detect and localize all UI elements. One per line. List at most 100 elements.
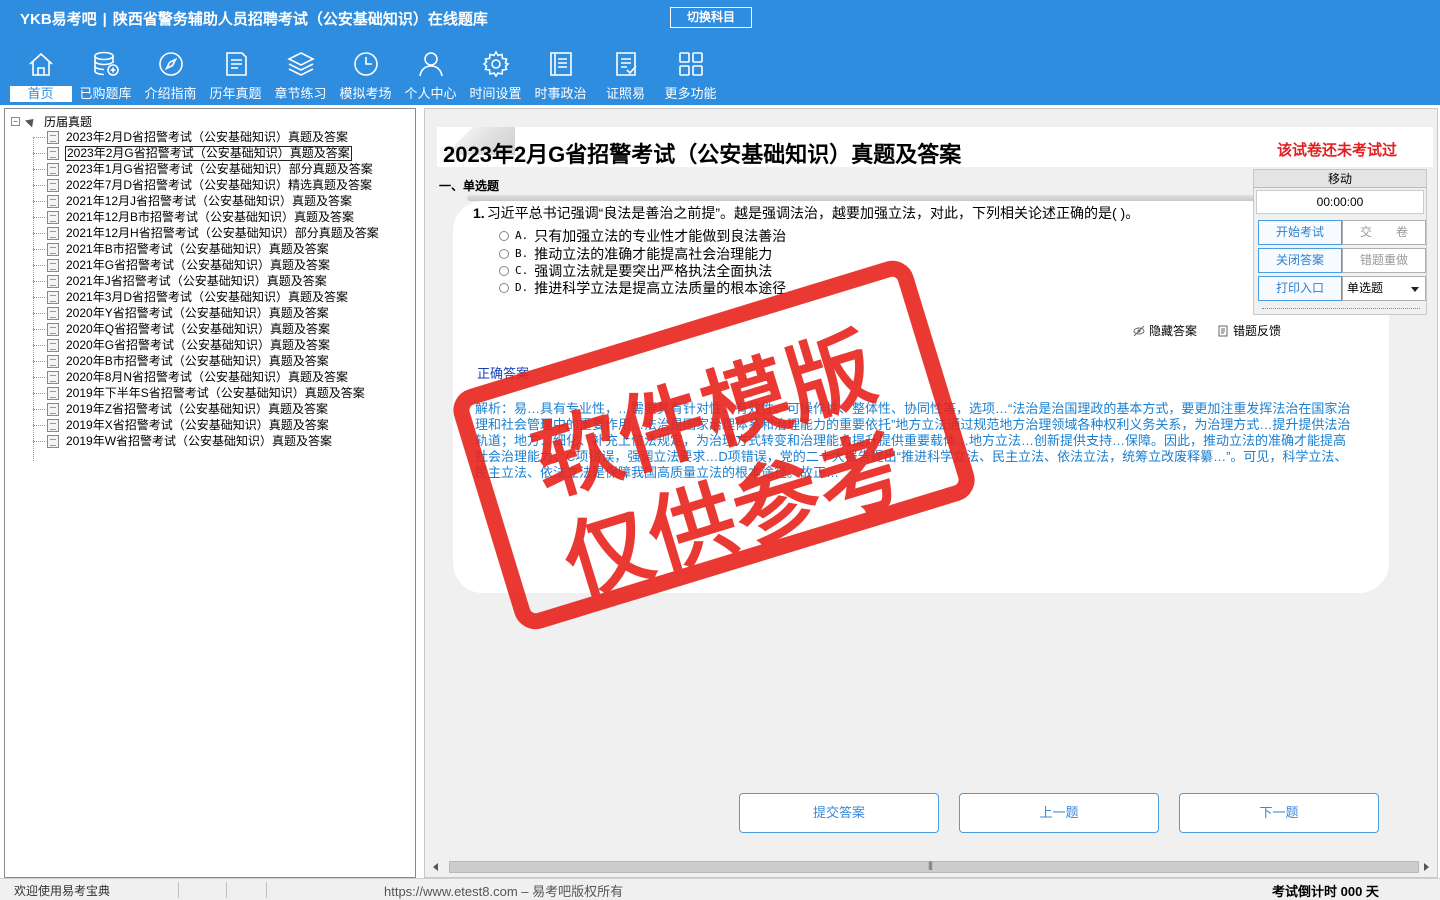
gear-icon	[480, 48, 512, 80]
tree-item-label: 2023年2月D省招警考试（公安基础知识）真题及答案	[66, 129, 349, 144]
scroll-thumb[interactable]	[449, 860, 1419, 873]
radio-icon[interactable]	[499, 282, 509, 293]
option-b[interactable]: B. 推动立法的准确才能提高社会治理能力	[499, 245, 772, 262]
nav-personal-center[interactable]: 个人中心	[398, 48, 463, 104]
radio-icon[interactable]	[499, 230, 509, 241]
option-d[interactable]: D. 推进科学立法是提高立法质量的根本途径	[499, 279, 786, 296]
document-icon	[47, 226, 59, 240]
tree-item-label: 2020年8月N省招警考试（公安基础知识）真题及答案	[66, 369, 349, 384]
nav-chapter-practice[interactable]: 章节练习	[268, 48, 333, 104]
next-question-button[interactable]: 下一题	[1179, 793, 1379, 833]
nav-more-features[interactable]: 更多功能	[658, 48, 723, 104]
nav-purchased-banks-label: 已购题库	[79, 86, 132, 101]
submit-paper-button[interactable]: 交 卷	[1342, 220, 1426, 245]
tree-item-label: 2023年1月G省招警考试（公安基础知识）部分真题及答案	[66, 161, 373, 176]
tree-item-label: 2020年Q省招警考试（公安基础知识）真题及答案	[66, 321, 331, 336]
prev-question-button[interactable]: 上一题	[959, 793, 1159, 833]
tree-root-label: 历届真题	[44, 114, 93, 129]
nav-current-affairs[interactable]: 时事政治	[528, 48, 593, 104]
hide-answer-link[interactable]: 隐藏答案	[1133, 322, 1197, 339]
app-header: YKB易考吧 | 陕西省警务辅助人员招聘考试（公安基础知识）在线题库 切换科目 首页…	[0, 0, 1440, 105]
question-type-select[interactable]: 单选题	[1342, 276, 1426, 301]
document-icon	[47, 274, 59, 288]
tree-item[interactable]: 2019年X省招警考试（公安基础知识）真题及答案	[5, 417, 380, 433]
nav-guide[interactable]: 介绍指南	[138, 48, 203, 104]
submit-answer-button[interactable]: 提交答案	[739, 793, 939, 833]
tree-item[interactable]: 2022年7月D省招警考试（公安基础知识）精选真题及答案	[5, 177, 380, 193]
close-answer-button[interactable]: 关闭答案	[1258, 248, 1342, 273]
nav-mock-exam[interactable]: 模拟考场	[333, 48, 398, 104]
nav-purchased-banks[interactable]: 已购题库	[73, 48, 138, 104]
section-label: 一、单选题	[439, 179, 500, 193]
tree-item[interactable]: 2021年12月H省招警考试（公安基础知识）部分真题及答案	[5, 225, 380, 241]
correct-answer-label: 正确答案	[477, 366, 530, 381]
tree-item[interactable]: 2020年B市招警考试（公安基础知识）真题及答案	[5, 353, 380, 369]
status-welcome: 欢迎使用易考宝典	[14, 884, 111, 898]
database-icon	[90, 48, 122, 80]
tree-item[interactable]: 2019年下半年S省招警考试（公安基础知识）真题及答案	[5, 385, 380, 401]
nav-home[interactable]: 首页	[8, 48, 73, 104]
horizontal-scrollbar[interactable]	[429, 859, 1433, 875]
print-entry-button[interactable]: 打印入口	[1258, 276, 1342, 301]
document-icon	[47, 178, 59, 192]
tree-item[interactable]: 2023年2月D省招警考试（公安基础知识）真题及答案	[5, 129, 380, 145]
scroll-left-icon[interactable]	[433, 863, 438, 871]
radio-icon[interactable]	[499, 265, 509, 276]
tree-item[interactable]: 2023年2月G省招警考试（公安基础知识）真题及答案	[5, 145, 380, 161]
document-icon	[47, 130, 59, 144]
tree-item-label: 2021年G省招警考试（公安基础知识）真题及答案	[66, 257, 331, 272]
tree-item[interactable]: 2021年12月J省招警考试（公安基础知识）真题及答案	[5, 193, 380, 209]
tree-item[interactable]: 2020年Q省招警考试（公安基础知识）真题及答案	[5, 321, 380, 337]
collapse-icon[interactable]: −	[11, 116, 20, 126]
tree-item[interactable]: 2019年Z省招警考试（公安基础知识）真题及答案	[5, 401, 380, 417]
scroll-right-icon[interactable]	[1424, 863, 1429, 871]
question-stem-text: 习近平总书记强调“良法是善治之前提”。越是强调法治，越要加强立法，对此，下列相关…	[486, 205, 1140, 221]
switch-subject-button[interactable]: 切换科目	[670, 7, 752, 28]
option-c[interactable]: C. 强调立法就是要突出严格执法全面执法	[499, 262, 772, 279]
tree-item[interactable]: 2021年12月B市招警考试（公安基础知识）真题及答案	[5, 209, 380, 225]
grid-icon	[675, 48, 707, 80]
tree-root[interactable]: − 历届真题	[11, 113, 92, 129]
nav-certificates[interactable]: 证照易	[593, 48, 658, 104]
error-feedback-link[interactable]: 错题反馈	[1217, 322, 1281, 339]
tree-item[interactable]: 2021年B市招警考试（公安基础知识）真题及答案	[5, 241, 380, 257]
radio-icon[interactable]	[499, 248, 509, 259]
tree-item[interactable]: 2021年J省招警考试（公安基础知识）真题及答案	[5, 273, 380, 289]
start-exam-button[interactable]: 开始考试	[1258, 220, 1342, 245]
tree-item-label: 2019年W省招警考试（公安基础知识）真题及答案	[66, 433, 333, 448]
tree-item[interactable]: 2021年G省招警考试（公安基础知识）真题及答案	[5, 257, 380, 273]
option-a[interactable]: A. 只有加强立法的专业性才能做到良法善治	[499, 227, 786, 244]
tree-item[interactable]: 2021年3月D省招警考试（公安基础知识）真题及答案	[5, 289, 380, 305]
document-icon	[47, 306, 59, 320]
tree-item[interactable]: 2020年G省招警考试（公安基础知识）真题及答案	[5, 337, 380, 353]
status-divider	[178, 882, 179, 898]
tree-item[interactable]: 2020年Y省招警考试（公安基础知识）真题及答案	[5, 305, 380, 321]
control-row-3: 打印入口 单选题	[1258, 276, 1426, 301]
document-icon	[47, 370, 59, 384]
tree-item[interactable]: 2019年W省招警考试（公安基础知识）真题及答案	[5, 433, 380, 449]
nav-personal-center-label: 个人中心	[404, 86, 457, 101]
tree-item-label: 2021年B市招警考试（公安基础知识）真题及答案	[66, 241, 329, 256]
folder-arrow-icon	[24, 114, 38, 128]
nav-past-papers[interactable]: 历年真题	[203, 48, 268, 104]
tree-item[interactable]: 2023年1月G省招警考试（公安基础知识）部分真题及答案	[5, 161, 380, 177]
status-bar: 欢迎使用易考宝典 https://www.etest8.com – 易考吧版权所…	[0, 878, 1440, 900]
question-number: 1.	[473, 205, 485, 221]
document-icon	[47, 242, 59, 256]
redo-wrong-button[interactable]: 错题重做	[1342, 248, 1426, 273]
option-letter: A.	[515, 229, 529, 242]
tree-item-label: 2019年X省招警考试（公安基础知识）真题及答案	[66, 417, 329, 432]
document-icon	[47, 162, 59, 176]
tree-item[interactable]: 2020年8月N省招警考试（公安基础知识）真题及答案	[5, 369, 380, 385]
panel-scroll-indicator	[1262, 308, 1420, 313]
exam-timer: 00:00:00	[1256, 190, 1424, 214]
document-icon	[47, 194, 59, 208]
tree-item-label: 2019年Z省招警考试（公安基础知识）真题及答案	[66, 401, 329, 416]
move-handle[interactable]: 移动	[1254, 170, 1426, 188]
document-icon	[47, 146, 59, 160]
tree-items: 2023年2月D省招警考试（公安基础知识）真题及答案 2023年2月G省招警考试（…	[5, 129, 380, 449]
control-row-1: 开始考试 交 卷	[1258, 220, 1426, 245]
tree-item-label: 2021年12月H省招警考试（公安基础知识）部分真题及答案	[66, 225, 379, 240]
nav-home-label: 首页	[9, 86, 72, 102]
nav-time-settings[interactable]: 时间设置	[463, 48, 528, 104]
